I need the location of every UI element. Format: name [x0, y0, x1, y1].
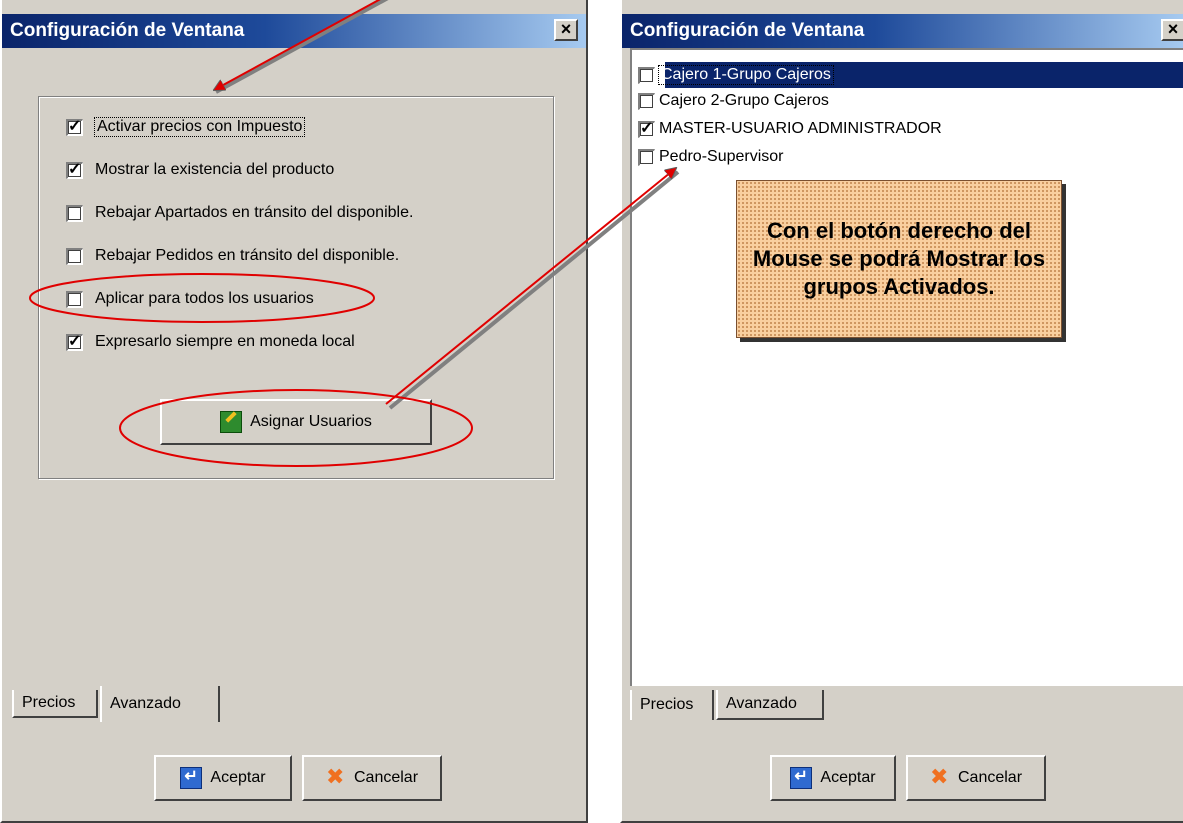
checkbox-mostrar-existencia[interactable]: ✓ Mostrar la existencia del producto [66, 157, 334, 183]
tab-avanzado[interactable]: Avanzado [716, 690, 824, 720]
checkbox-rebajar-pedidos[interactable]: Rebajar Pedidos en tránsito del disponib… [66, 243, 399, 269]
accept-button[interactable]: Aceptar [154, 755, 292, 801]
title-bar: Configuración de Ventana × [622, 14, 1183, 48]
list-item[interactable]: Pedro-Supervisor [638, 144, 1183, 170]
cancel-button[interactable]: Cancelar [906, 755, 1046, 801]
pencil-user-icon [220, 411, 243, 433]
checkbox-rebajar-apartados[interactable]: Rebajar Apartados en tránsito del dispon… [66, 200, 413, 226]
list-item-label: MASTER-USUARIO ADMINISTRADOR [659, 120, 942, 137]
checkbox-icon[interactable] [66, 204, 83, 222]
x-icon [930, 764, 950, 790]
checkbox-label: Rebajar Pedidos en tránsito del disponib… [95, 247, 400, 264]
enter-arrow-icon [180, 766, 203, 789]
checkbox-label: Mostrar la existencia del producto [95, 161, 335, 178]
list-item[interactable]: ✓ MASTER-USUARIO ADMINISTRADOR [638, 116, 1183, 142]
x-icon [326, 764, 346, 790]
checkbox-label: Expresarlo siempre en moneda local [95, 333, 355, 350]
window-title: Configuración de Ventana [10, 20, 245, 41]
checkbox-icon[interactable]: ✓ [66, 161, 83, 179]
tab-precios[interactable]: Precios [12, 690, 98, 718]
cancel-label: Cancelar [957, 769, 1023, 786]
cancel-button[interactable]: Cancelar [302, 755, 442, 801]
window-title: Configuración de Ventana [630, 20, 865, 41]
list-item[interactable]: Cajero 2-Grupo Cajeros [638, 88, 1183, 114]
accept-label: Aceptar [210, 769, 266, 786]
user-group-list[interactable]: Cajero 1-Grupo Cajeros Cajero 2-Grupo Ca… [630, 48, 1183, 686]
cancel-label: Cancelar [353, 769, 419, 786]
accept-label: Aceptar [820, 769, 876, 786]
list-item-label: Cajero 1-Grupo Cajeros [658, 65, 834, 85]
checkbox-icon[interactable]: ✓ [66, 118, 83, 136]
callout-note: Con el botón derecho del Mouse se podrá … [736, 180, 1062, 338]
checkbox-activar-precios[interactable]: ✓ Activar precios con Impuesto [66, 114, 306, 140]
checkbox-icon[interactable]: ✓ [66, 333, 83, 351]
checkbox-icon[interactable] [638, 92, 655, 110]
tab-precios[interactable]: Precios [630, 690, 714, 720]
checkbox-icon[interactable] [638, 148, 655, 166]
config-window-right: Configuración de Ventana × Cajero 1-Grup… [620, 0, 1183, 823]
checkbox-icon[interactable] [66, 290, 83, 308]
assign-users-label: Asignar Usuarios [250, 413, 372, 430]
title-bar: Configuración de Ventana × [2, 14, 586, 48]
close-button[interactable]: × [554, 19, 578, 41]
checkbox-label: Activar precios con Impuesto [93, 117, 306, 137]
checkbox-icon[interactable]: ✓ [638, 120, 655, 138]
checkbox-label: Rebajar Apartados en tránsito del dispon… [95, 204, 414, 221]
list-item[interactable]: Cajero 1-Grupo Cajeros [638, 62, 1183, 88]
checkbox-icon[interactable] [638, 66, 655, 84]
assign-users-button[interactable]: Asignar Usuarios [160, 399, 432, 445]
checkbox-icon[interactable] [66, 247, 83, 265]
close-button[interactable]: × [1161, 19, 1183, 41]
checkbox-aplicar-todos-usuarios[interactable]: Aplicar para todos los usuarios [66, 286, 314, 312]
list-item-label: Cajero 2-Grupo Cajeros [659, 92, 829, 109]
tab-avanzado[interactable]: Avanzado [100, 686, 220, 722]
config-window-left: Configuración de Ventana × ✓ Activar pre… [0, 0, 588, 823]
enter-arrow-icon [790, 766, 813, 789]
list-item-label: Pedro-Supervisor [659, 148, 784, 165]
checkbox-label: Aplicar para todos los usuarios [95, 290, 314, 307]
checkbox-moneda-local[interactable]: ✓ Expresarlo siempre en moneda local [66, 329, 355, 355]
accept-button[interactable]: Aceptar [770, 755, 896, 801]
